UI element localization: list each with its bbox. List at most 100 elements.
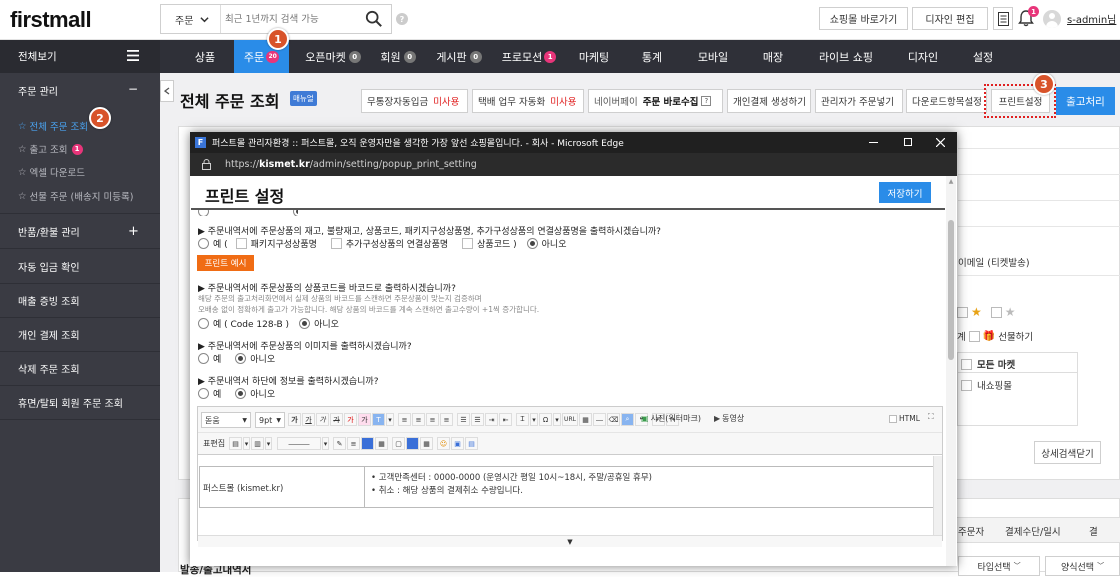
html-checkbox[interactable]: [889, 414, 897, 423]
market-row-all[interactable]: 모든 마켓: [961, 357, 1015, 371]
underline-icon[interactable]: 가: [302, 413, 315, 426]
dropdown-icon[interactable]: ▾: [265, 437, 272, 450]
dropdown-icon[interactable]: ▾: [322, 437, 329, 450]
line-width-icon[interactable]: ≡: [347, 437, 360, 450]
q3-yes-radio[interactable]: [198, 353, 209, 364]
save-button[interactable]: 저장하기: [879, 182, 931, 203]
sidebar-item-all-orders[interactable]: ☆ 전체 주문 조회: [18, 119, 88, 134]
strike-icon[interactable]: 가: [330, 413, 343, 426]
courier-auto-button[interactable]: 택배 업무 자동화 미사용: [472, 89, 584, 113]
table-fill-icon[interactable]: [406, 437, 419, 450]
email-ticket-option[interactable]: 이메일 (티켓발송): [958, 255, 1030, 269]
nav-live-shopping[interactable]: 라이브 쇼핑: [816, 40, 876, 73]
q4-yes-radio[interactable]: [198, 388, 209, 399]
grade-checkbox[interactable]: [990, 306, 1002, 318]
sidebar-auto-deposit[interactable]: 자동 입금 확인: [0, 250, 160, 284]
align-center-icon[interactable]: ≡: [412, 413, 425, 426]
q1-no-radio[interactable]: [526, 238, 538, 249]
line-color-icon[interactable]: ✎: [333, 437, 346, 450]
italic-icon[interactable]: 가: [316, 413, 329, 426]
q2-yes-radio[interactable]: [198, 318, 209, 329]
info-line-2[interactable]: • 취소 : 해당 상품의 결제취소 수량입니다.: [371, 484, 523, 496]
detail-search-close-button[interactable]: 상세검색닫기: [1034, 441, 1101, 464]
sidebar-collapse-tab[interactable]: [160, 80, 174, 102]
bold-icon[interactable]: 가: [288, 413, 301, 426]
dropdown-icon[interactable]: ▾: [386, 413, 394, 426]
sidebar-personal-payment[interactable]: 개인 결제 조회: [0, 318, 160, 352]
photo-watermark-button[interactable]: ▣ 사진(워터마크): [641, 413, 701, 424]
shipping-process-button[interactable]: 출고처리: [1056, 87, 1115, 115]
highlight-icon[interactable]: T: [372, 413, 385, 426]
manual-badge[interactable]: 매뉴얼: [290, 91, 317, 106]
naverpay-help-icon[interactable]: ?: [701, 96, 712, 106]
collapse-icon[interactable]: −: [128, 82, 138, 96]
video-button[interactable]: ▶ 동영상: [714, 413, 744, 424]
fullscreen-icon[interactable]: ⛶: [928, 412, 934, 422]
design-edit-button[interactable]: 디자인 편집: [912, 7, 988, 30]
image-icon[interactable]: ▣: [451, 437, 464, 450]
hamburger-icon[interactable]: [127, 50, 139, 61]
print-example-button[interactable]: 프린트 예시: [197, 255, 254, 271]
nav-mobile[interactable]: 모바일: [695, 40, 731, 73]
sidebar-item-shipping[interactable]: ☆ 출고 조회 1: [18, 142, 83, 156]
naverpay-collect-button[interactable]: 네이버페이 주문 바로수집 ?: [588, 89, 723, 113]
table-border-icon[interactable]: ▢: [392, 437, 405, 450]
q1-linked-checkbox[interactable]: [330, 238, 342, 249]
q1-code-checkbox[interactable]: [462, 238, 474, 249]
q1-package-checkbox[interactable]: [235, 238, 247, 249]
firstmall-logo[interactable]: firstmall: [10, 7, 92, 33]
gift-checkbox[interactable]: [968, 330, 980, 342]
sidebar-item-excel[interactable]: ☆ 엑셀 다운로드: [18, 165, 85, 180]
cell-split-icon[interactable]: ▥: [251, 437, 264, 450]
search-input[interactable]: [225, 9, 355, 29]
align-left-icon[interactable]: ≡: [398, 413, 411, 426]
editor-scrollbar[interactable]: [933, 456, 942, 540]
nav-board[interactable]: 게시판 0: [434, 40, 484, 73]
clear-format-icon[interactable]: ⌫: [607, 413, 620, 426]
special-char-icon[interactable]: Ω: [539, 413, 552, 426]
shop-shortcut-button[interactable]: 쇼핑몰 바로가기: [819, 7, 908, 30]
no-bank-deposit-button[interactable]: 무통장자동입금 미사용: [361, 89, 468, 113]
ordered-list-icon[interactable]: ☰: [457, 413, 470, 426]
font-select[interactable]: 돋움 ▼: [201, 412, 251, 428]
template-icon[interactable]: ▤: [465, 437, 478, 450]
help-icon[interactable]: ?: [396, 13, 408, 25]
all-market-checkbox[interactable]: [961, 358, 972, 370]
indent-icon[interactable]: ⇥: [485, 413, 498, 426]
align-right-icon[interactable]: ≡: [426, 413, 439, 426]
search-category-select[interactable]: 주문: [161, 5, 221, 33]
text-color-icon[interactable]: 가: [344, 413, 357, 426]
line-style-select[interactable]: ―――: [277, 437, 321, 450]
html-toggle[interactable]: HTML: [889, 414, 920, 423]
align-justify-icon[interactable]: ≡: [440, 413, 453, 426]
link-icon[interactable]: URL: [562, 413, 578, 426]
user-link[interactable]: s-admin님: [1067, 11, 1116, 26]
market-row-myshop[interactable]: 내쇼핑몰: [961, 378, 1012, 392]
nav-stats[interactable]: 통계: [640, 40, 664, 73]
nav-openmarket[interactable]: 오픈마켓 0: [301, 40, 365, 73]
nav-member[interactable]: 회원 0: [377, 40, 419, 73]
sidebar-deleted-orders[interactable]: 삭제 주문 조회: [0, 352, 160, 386]
close-icon[interactable]: [936, 138, 945, 147]
q3-no-radio[interactable]: [235, 353, 247, 364]
personal-payment-create-button[interactable]: 개인결제 생성하기: [727, 89, 811, 113]
my-shop-checkbox[interactable]: [961, 379, 972, 391]
nav-store[interactable]: 매장: [761, 40, 785, 73]
scroll-up-icon[interactable]: ▲: [946, 178, 956, 185]
unordered-list-icon[interactable]: ☰: [471, 413, 484, 426]
find-replace-icon[interactable]: ⌕: [621, 413, 634, 426]
nav-design[interactable]: 디자인: [905, 40, 941, 73]
nav-product[interactable]: 상품: [185, 40, 225, 73]
editor-resize-handle[interactable]: ▼: [198, 535, 942, 547]
sidebar-sales-proof[interactable]: 매출 증빙 조회: [0, 284, 160, 318]
q4-no-radio[interactable]: [235, 388, 247, 399]
popup-addressbar[interactable]: https://kismet.kr/admin/setting/popup_pr…: [190, 153, 957, 176]
expand-icon[interactable]: +: [128, 224, 139, 239]
sidebar-dormant-orders[interactable]: 휴면/탈퇴 회원 주문 조회: [0, 386, 160, 420]
info-line-1[interactable]: • 고객만족센터 : 0000-0000 (운영시간 평일 10시~18시, 주…: [371, 471, 652, 483]
emoticon-icon[interactable]: ☺: [437, 437, 450, 450]
q2-no-radio[interactable]: [299, 318, 311, 329]
cell-color-icon[interactable]: ▦: [375, 437, 388, 450]
nav-promotion[interactable]: 프로모션 1: [500, 40, 558, 73]
nav-marketing[interactable]: 마케팅: [574, 40, 614, 73]
